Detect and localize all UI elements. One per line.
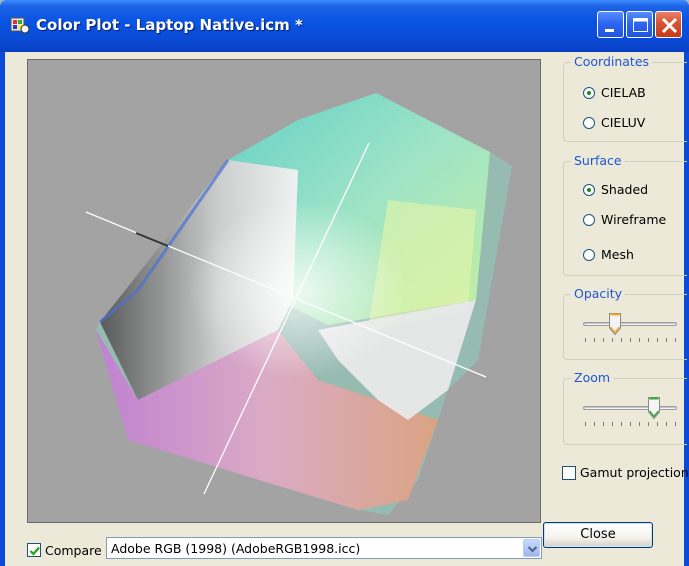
checkmark-icon (29, 546, 40, 556)
surface-legend: Surface (571, 153, 625, 168)
dropdown-arrow-button[interactable] (523, 539, 540, 557)
client-area: Coordinates CIELAB CIELUV Surface Shaded… (5, 52, 689, 566)
radio-cieluv-label: CIELUV (601, 115, 646, 130)
zoom-slider[interactable] (583, 406, 677, 410)
gamut-3d-plot[interactable] (27, 59, 541, 523)
radio-wireframe-label: Wireframe (601, 212, 667, 227)
title-bar[interactable]: Color Plot - Laptop Native.icm * (0, 0, 689, 52)
maximize-button[interactable] (626, 11, 653, 38)
gamut-solid-render (85, 93, 512, 515)
radio-dot[interactable] (583, 184, 595, 196)
window-title: Color Plot - Laptop Native.icm * (36, 16, 303, 34)
close-button[interactable]: Close (543, 522, 653, 548)
surface-group: Surface Shaded Wireframe Mesh (563, 153, 687, 276)
opacity-legend: Opacity (571, 286, 626, 301)
coordinates-group: Coordinates CIELAB CIELUV (563, 54, 687, 142)
radio-dot[interactable] (583, 117, 595, 129)
color-plot-window: Color Plot - Laptop Native.icm * Coordin… (0, 0, 689, 566)
close-icon (661, 17, 678, 34)
radio-dot[interactable] (583, 87, 595, 99)
opacity-slider-thumb[interactable] (609, 313, 621, 336)
zoom-group: Zoom (563, 370, 687, 445)
gamut-projection-label: Gamut projection (580, 465, 689, 480)
compare-profile-select[interactable]: Adobe RGB (1998) (AdobeRGB1998.icc) (106, 537, 542, 559)
opacity-slider[interactable] (583, 322, 677, 326)
radio-dot[interactable] (583, 249, 595, 261)
compare-label: Compare t (45, 543, 105, 558)
compare-checkbox[interactable] (27, 543, 41, 557)
radio-dot[interactable] (583, 214, 595, 226)
zoom-slider-ticks (585, 422, 677, 426)
radio-cielab-label: CIELAB (601, 85, 646, 100)
minimize-icon (605, 29, 614, 32)
color-plot-icon (10, 15, 30, 35)
radio-mesh-label: Mesh (601, 247, 634, 262)
zoom-legend: Zoom (571, 370, 614, 385)
coordinates-legend: Coordinates (571, 54, 653, 69)
maximize-icon (633, 18, 648, 32)
zoom-slider-thumb[interactable] (648, 397, 660, 420)
opacity-slider-ticks (585, 338, 677, 342)
close-window-button[interactable] (655, 11, 682, 38)
compare-profile-value: Adobe RGB (1998) (AdobeRGB1998.icc) (111, 541, 361, 556)
radio-shaded-label: Shaded (601, 182, 649, 197)
chevron-down-icon (527, 546, 538, 553)
gamut-projection-checkbox[interactable] (562, 466, 576, 480)
opacity-group: Opacity (563, 286, 687, 360)
minimize-button[interactable] (597, 11, 624, 38)
